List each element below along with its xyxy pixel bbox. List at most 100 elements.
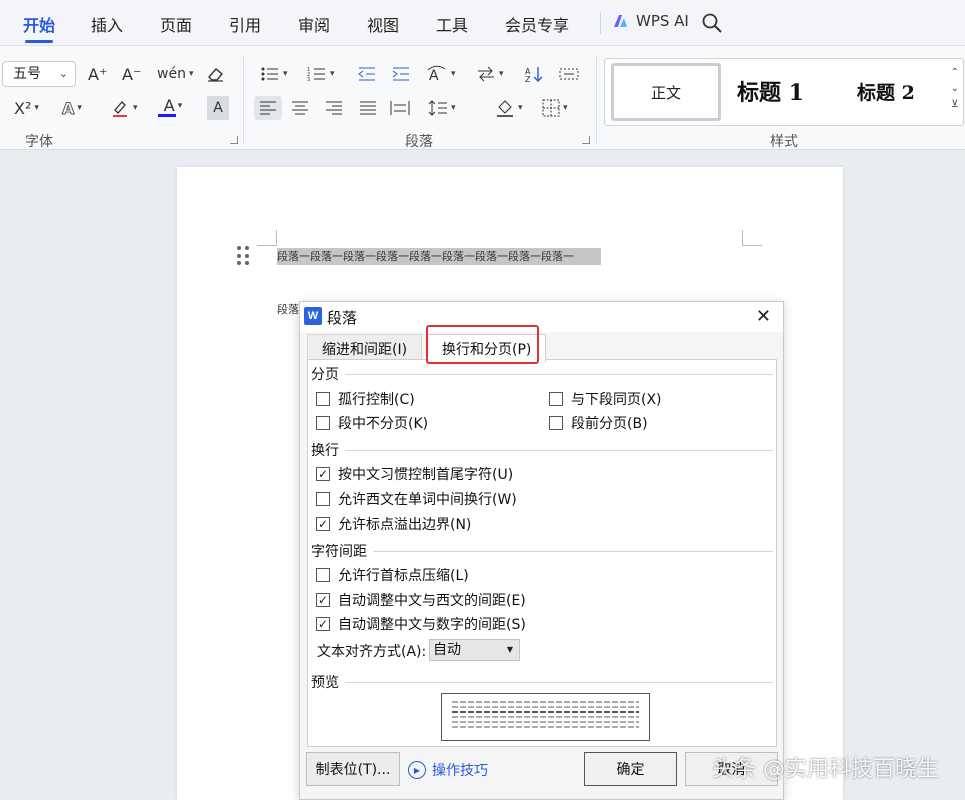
checkbox-box [316, 568, 330, 582]
chevron-down-icon: ⌄ [58, 67, 68, 80]
tab-membership[interactable]: 会员专享 [505, 12, 569, 36]
svg-text:Z: Z [525, 75, 531, 83]
tab-view[interactable]: 视图 [367, 12, 399, 36]
tab-references[interactable]: 引用 [229, 12, 261, 36]
align-right-button[interactable] [325, 96, 343, 120]
text-effect-button[interactable]: A ▾ [61, 96, 81, 120]
text-align-label: 文本对齐方式(A): [317, 644, 427, 660]
tab-home[interactable]: 开始 [23, 12, 55, 43]
increase-indent-button[interactable] [391, 62, 411, 86]
justify-button[interactable] [359, 96, 377, 120]
checkbox-label: 允许标点溢出边界(N) [338, 517, 472, 533]
tab-panel: 分页 孤行控制(C) 与下段同页(X) 段中不分页(K) 段前分页(B) 换行 … [307, 359, 777, 747]
superscript-button[interactable]: X² ▾ [14, 96, 39, 120]
sort-icon: AZ [525, 67, 543, 83]
checkbox-box [549, 392, 563, 406]
paint-bucket-icon [497, 100, 513, 117]
font-color-button[interactable]: A ▾ [158, 96, 188, 120]
text-align-select[interactable]: 自动 ▼ [429, 639, 520, 661]
font-dialog-launcher[interactable] [230, 136, 238, 144]
checkbox-box: ✓ [316, 467, 330, 481]
tab-page[interactable]: 页面 [160, 12, 192, 36]
ok-button[interactable]: 确定 [584, 752, 677, 786]
document-text: 段落 [277, 303, 299, 316]
distribute-icon [390, 101, 410, 115]
dialog-titlebar[interactable]: W 段落 ✕ [300, 302, 783, 332]
grow-font-button[interactable]: A⁺ [88, 62, 107, 86]
style-heading2[interactable]: 标题 2 [857, 78, 915, 105]
dialog-title: 段落 [327, 309, 358, 327]
wps-ai-button[interactable]: WPS AI [612, 12, 689, 30]
search-icon[interactable] [700, 11, 724, 35]
tab-indent-spacing[interactable]: 缩进和间距(I) [307, 334, 423, 360]
numbered-list-button[interactable]: 1 2 3 ▾ [307, 62, 335, 86]
align-center-button[interactable] [291, 96, 309, 120]
text-direction-button[interactable]: ▾ [476, 62, 504, 86]
more-icon: ⊻ [951, 99, 959, 110]
close-icon[interactable]: ✕ [756, 307, 771, 327]
paragraph-dialog-launcher[interactable] [582, 136, 590, 144]
checkbox-label: 按中文习惯控制首尾字符(U) [338, 467, 514, 483]
svg-text:A: A [429, 68, 439, 83]
checkbox-label: 自动调整中文与数字的间距(S) [338, 617, 526, 633]
text-direction-icon [478, 66, 494, 82]
char-shading-button[interactable]: A [207, 96, 229, 120]
show-marks-button[interactable] [558, 62, 580, 86]
borders-button[interactable]: ▾ [542, 96, 568, 120]
tab-stops-button[interactable]: 制表位(T)... [306, 752, 400, 786]
tips-link[interactable]: ▶ 操作技巧 [408, 760, 488, 780]
style-heading1[interactable]: 标题 1 [737, 75, 804, 107]
ribbon-divider [596, 56, 597, 144]
line-spacing-button[interactable]: ▾ [428, 96, 456, 120]
checkbox-label: 段前分页(B) [571, 416, 648, 432]
paragraph-dialog: W 段落 ✕ 缩进和间距(I) 换行和分页(P) 分页 孤行控制(C) 与下段同… [299, 301, 784, 800]
section-char-spacing: 字符间距 [311, 541, 773, 561]
change-case-button[interactable]: A ▾ [426, 62, 456, 86]
checkbox-label: 自动调整中文与西文的间距(E) [338, 593, 526, 609]
styles-scroll[interactable]: ⌃ ⌄ ⊻ [951, 65, 959, 113]
phonetic-guide-button[interactable]: wén ▾ [157, 62, 193, 86]
phonetic-icon: wén [157, 66, 186, 82]
decrease-indent-button[interactable] [357, 62, 377, 86]
superscript-icon: X² [14, 98, 32, 118]
checkbox-page-break-before[interactable]: 段前分页(B) [549, 413, 648, 433]
selected-text[interactable]: 段落一段落一段落一段落一段落一段落一段落一段落一段落一 [277, 248, 601, 265]
bullet-list-button[interactable]: ▾ [260, 62, 288, 86]
styles-gallery: 正文 标题 1 标题 2 ⌃ ⌄ ⊻ [604, 58, 964, 126]
justify-icon [360, 101, 376, 115]
section-pagination: 分页 [311, 364, 773, 384]
section-title: 字符间距 [311, 544, 367, 560]
grow-font-icon: A⁺ [88, 64, 108, 84]
checkbox-box [316, 492, 330, 506]
tab-insert[interactable]: 插入 [91, 12, 123, 36]
checkbox-chinese-line-rules[interactable]: ✓ 按中文习惯控制首尾字符(U) [316, 464, 513, 484]
checkbox-box: ✓ [316, 593, 330, 607]
style-normal[interactable]: 正文 [611, 63, 721, 121]
tab-review[interactable]: 审阅 [298, 12, 330, 36]
checkbox-box: ✓ [316, 617, 330, 631]
distribute-button[interactable] [390, 96, 410, 120]
font-size-select[interactable]: 五号 ⌄ [2, 61, 76, 87]
tab-tools[interactable]: 工具 [436, 12, 468, 36]
drag-handle-icon[interactable] [237, 246, 249, 266]
chevron-up-icon: ⌃ [950, 67, 959, 78]
checkbox-keep-lines-together[interactable]: 段中不分页(K) [316, 413, 428, 433]
checkbox-box [316, 392, 330, 406]
shrink-font-button[interactable]: A⁻ [122, 62, 141, 86]
checkbox-keep-with-next[interactable]: 与下段同页(X) [549, 389, 662, 409]
highlighter-icon [113, 101, 127, 117]
checkbox-compress-punctuation[interactable]: 允许行首标点压缩(L) [316, 565, 469, 585]
highlight-button[interactable]: ▾ [110, 96, 138, 120]
checkbox-auto-space-number[interactable]: ✓ 自动调整中文与数字的间距(S) [316, 614, 526, 634]
checkbox-auto-space-latin[interactable]: ✓ 自动调整中文与西文的间距(E) [316, 590, 526, 610]
checkbox-widow-control[interactable]: 孤行控制(C) [316, 389, 415, 409]
align-left-button[interactable] [254, 96, 282, 120]
checkbox-punctuation-overflow[interactable]: ✓ 允许标点溢出边界(N) [316, 514, 471, 534]
checkbox-word-wrap[interactable]: 允许西文在单词中间换行(W) [316, 489, 517, 509]
sort-button[interactable]: AZ [524, 62, 544, 86]
increase-indent-icon [392, 67, 409, 81]
paragraph-marks-icon [559, 68, 579, 80]
shading-button[interactable]: ▾ [495, 96, 523, 120]
clear-format-button[interactable] [206, 62, 226, 86]
tab-line-page-breaks[interactable]: 换行和分页(P) [427, 334, 547, 362]
